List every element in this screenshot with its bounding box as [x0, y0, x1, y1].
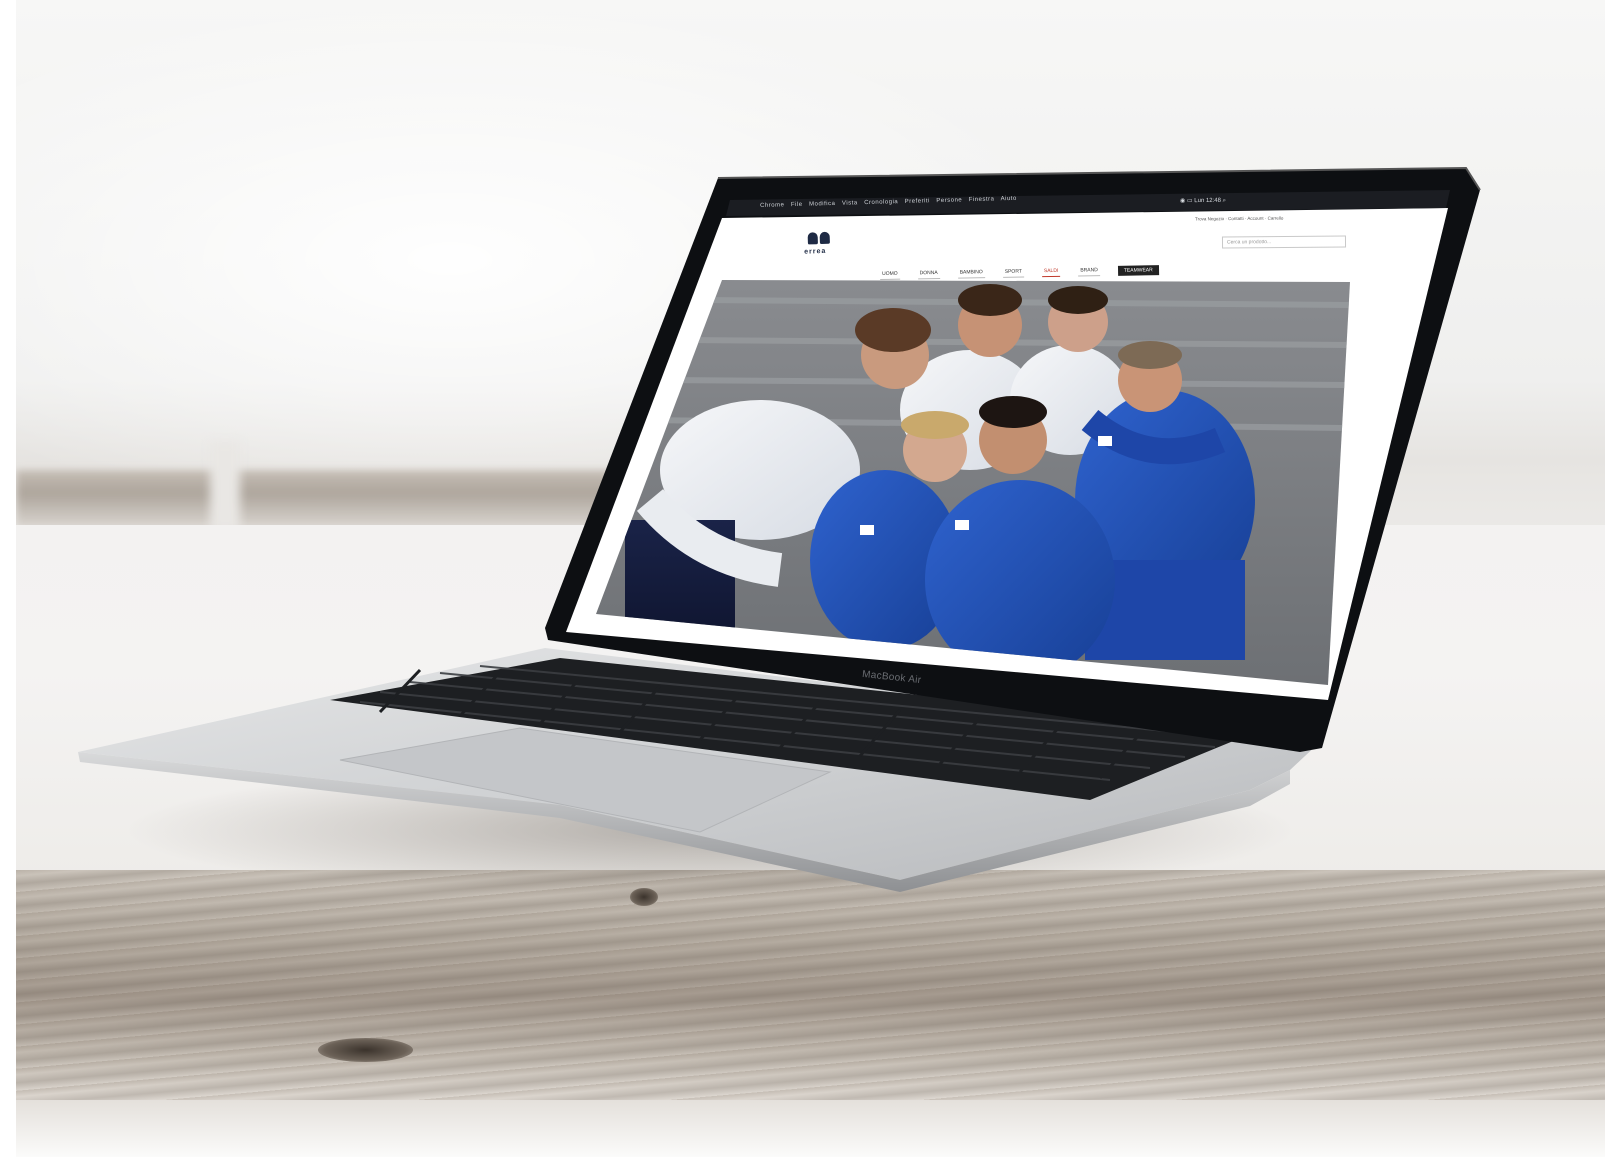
logo-wing-icon: [819, 231, 830, 245]
battery-icon[interactable]: ▭: [1187, 198, 1193, 204]
account-link[interactable]: Account: [1247, 216, 1263, 221]
search-placeholder: Cerca un prodotto...: [1226, 239, 1272, 246]
cart-link[interactable]: Carrello: [1268, 216, 1284, 221]
nav-item-teamwear[interactable]: TEAMWEAR: [1117, 265, 1159, 276]
menu-item[interactable]: Persone: [936, 197, 962, 204]
contact-link[interactable]: Contatti: [1228, 216, 1244, 221]
nav-item-bambino[interactable]: BAMBINO: [957, 268, 985, 279]
nav-item-sport[interactable]: SPORT: [1002, 267, 1024, 278]
laptop-lid: [545, 166, 1481, 752]
menu-item[interactable]: Preferiti: [905, 198, 930, 205]
menu-item[interactable]: Vista: [842, 200, 858, 206]
logo-text: errea: [804, 247, 827, 256]
menu-item[interactable]: Finestra: [969, 196, 995, 203]
utility-links: Trova Negozio · Contatti · Account · Car…: [1194, 215, 1284, 222]
brand-logo[interactable]: errea: [799, 229, 844, 261]
logo-wing-icon: [807, 232, 818, 245]
menu-item[interactable]: Aiuto: [1001, 196, 1017, 202]
store-link[interactable]: Trova Negozio: [1195, 216, 1224, 221]
nav-item-donna[interactable]: DONNA: [917, 268, 940, 280]
search-icon[interactable]: ⌕: [1223, 198, 1226, 204]
menu-item[interactable]: File: [791, 202, 803, 208]
nav-item-saldi[interactable]: SALDI: [1041, 266, 1061, 278]
menu-item[interactable]: Chrome: [760, 202, 785, 209]
menu-item[interactable]: Modifica: [809, 201, 836, 208]
search-input[interactable]: Cerca un prodotto...: [1221, 235, 1347, 249]
nav-item-brand[interactable]: BRAND: [1078, 266, 1100, 277]
menu-item[interactable]: Cronologia: [864, 199, 898, 206]
macos-status-area: ◉ ▭ Lun 12:48 ⌕: [1180, 197, 1226, 205]
nav-item-uomo[interactable]: UOMO: [880, 269, 900, 280]
wifi-icon[interactable]: ◉: [1180, 198, 1185, 204]
clock[interactable]: Lun 12:48: [1194, 198, 1221, 204]
